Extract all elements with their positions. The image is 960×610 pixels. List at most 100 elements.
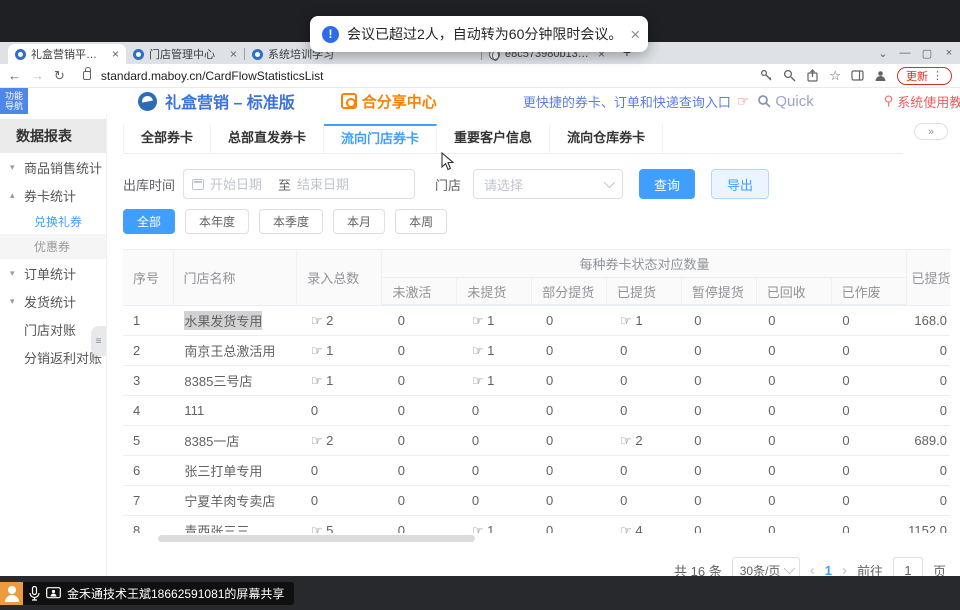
cell-paused[interactable]: 0 <box>684 396 758 425</box>
cell-inactive[interactable]: 0 <box>388 366 462 395</box>
cell-voided[interactable]: 0 <box>832 516 906 533</box>
prev-page-icon[interactable]: ‹ <box>810 562 815 577</box>
cell-recycled[interactable]: 0 <box>758 456 832 485</box>
export-button[interactable]: 导出 <box>711 169 769 199</box>
bookmark-star-icon[interactable]: ☆ <box>829 68 841 84</box>
cell-not-picked[interactable]: ☞ 1 <box>462 306 536 335</box>
share-center-link[interactable]: 合分享中心 <box>341 91 437 112</box>
next-page-icon[interactable]: › <box>842 562 847 577</box>
quick-search[interactable]: Quick <box>757 93 813 110</box>
cell-partial-picked[interactable]: 0 <box>536 336 610 365</box>
cell-inactive[interactable]: 0 <box>388 486 462 515</box>
current-page[interactable]: 1 <box>825 563 832 577</box>
cell-recycled[interactable]: 0 <box>758 396 832 425</box>
cell-not-picked[interactable]: 0 <box>462 426 536 455</box>
start-date-input[interactable] <box>210 177 272 192</box>
cell-voided[interactable]: 0 <box>832 396 906 425</box>
cell-total-link[interactable]: ☞ 5 <box>301 516 388 533</box>
cell-picked[interactable]: 0 <box>610 366 684 395</box>
sidebar-item-order-stats[interactable]: ▾ 订单统计 <box>0 259 106 287</box>
quick-filter-all[interactable]: 全部 <box>123 209 175 234</box>
cell-partial-picked[interactable]: 0 <box>536 306 610 335</box>
cell-partial-picked[interactable]: 0 <box>536 396 610 425</box>
page-size-select[interactable]: 30条/页 <box>732 557 800 576</box>
cell-inactive[interactable]: 0 <box>388 426 462 455</box>
toast-close-icon[interactable]: × <box>630 26 640 43</box>
quick-entry-link[interactable]: 更快捷的券卡、订单和快递查询入口 <box>523 92 731 111</box>
tab-close-icon[interactable]: × <box>112 47 119 61</box>
cell-picked[interactable]: 0 <box>610 336 684 365</box>
tab-key-customer-info[interactable]: 重要客户信息 <box>437 124 550 153</box>
cell-picked[interactable]: 0 <box>610 486 684 515</box>
cell-paused[interactable]: 0 <box>684 516 758 533</box>
sidebar-item-discount-coupon[interactable]: 优惠券 <box>0 234 106 259</box>
cell-partial-picked[interactable]: 0 <box>536 486 610 515</box>
cell-total-link[interactable]: 0 <box>301 396 388 425</box>
cell-paused[interactable]: 0 <box>684 306 758 335</box>
tab-close-icon[interactable]: × <box>230 47 237 61</box>
cell-inactive[interactable]: 0 <box>388 336 462 365</box>
cell-picked[interactable]: 0 <box>610 396 684 425</box>
cell-paused[interactable]: 0 <box>684 336 758 365</box>
cell-not-picked[interactable]: ☞ 1 <box>462 516 536 533</box>
cell-recycled[interactable]: 0 <box>758 366 832 395</box>
url-text[interactable]: standard.maboy.cn/CardFlowStatisticsList <box>101 69 324 83</box>
cell-inactive[interactable]: 0 <box>388 456 462 485</box>
store-select[interactable]: 请选择 <box>473 169 623 199</box>
cell-not-picked[interactable]: ☞ 1 <box>462 336 536 365</box>
cell-partial-picked[interactable]: 0 <box>536 366 610 395</box>
cell-picked[interactable]: 0 <box>610 456 684 485</box>
cell-picked[interactable]: ☞ 2 <box>610 426 684 455</box>
cell-picked[interactable]: ☞ 1 <box>610 306 684 335</box>
cell-partial-picked[interactable]: 0 <box>536 516 610 533</box>
cell-not-picked[interactable]: 0 <box>462 486 536 515</box>
side-panel-icon[interactable] <box>851 69 864 82</box>
cell-paused[interactable]: 0 <box>684 366 758 395</box>
quick-filter-quarter[interactable]: 本季度 <box>259 209 323 234</box>
sidebar-item-shipping-stats[interactable]: ▾ 发货统计 <box>0 287 106 315</box>
horizontal-scrollbar-thumb[interactable] <box>158 535 475 542</box>
lock-icon[interactable] <box>83 71 91 80</box>
quick-filter-week[interactable]: 本周 <box>395 209 447 234</box>
cell-not-picked[interactable]: 0 <box>462 396 536 425</box>
tab-search-icon[interactable]: ⌄ <box>872 47 894 60</box>
cell-recycled[interactable]: 0 <box>758 486 832 515</box>
sidebar-item-product-sales[interactable]: ▾ 商品销售统计 <box>0 153 106 181</box>
function-nav-button[interactable]: 功能 导航 <box>0 88 28 114</box>
cell-total-link[interactable]: ☞ 2 <box>301 306 388 335</box>
cell-paused[interactable]: 0 <box>684 426 758 455</box>
quick-filter-year[interactable]: 本年度 <box>185 209 249 234</box>
cell-recycled[interactable]: 0 <box>758 426 832 455</box>
cell-not-picked[interactable]: ☞ 1 <box>462 366 536 395</box>
goto-page-input[interactable] <box>893 557 923 576</box>
cell-recycled[interactable]: 0 <box>758 306 832 335</box>
end-date-input[interactable] <box>297 177 359 192</box>
cell-partial-picked[interactable]: 0 <box>536 456 610 485</box>
browser-tab-stores[interactable]: 门店管理中心 × <box>126 44 244 64</box>
cell-voided[interactable]: 0 <box>832 336 906 365</box>
profile-icon[interactable] <box>874 69 887 82</box>
cell-voided[interactable]: 0 <box>832 366 906 395</box>
cell-voided[interactable]: 0 <box>832 486 906 515</box>
cell-inactive[interactable]: 0 <box>388 516 462 533</box>
cell-voided[interactable]: 0 <box>832 306 906 335</box>
share-icon[interactable] <box>806 69 819 82</box>
cell-voided[interactable]: 0 <box>832 426 906 455</box>
sidebar-item-card-stats[interactable]: ▴ 券卡统计 <box>0 181 106 209</box>
cell-partial-picked[interactable]: 0 <box>536 426 610 455</box>
date-range-picker[interactable]: 至 <box>183 169 415 199</box>
cell-recycled[interactable]: 0 <box>758 516 832 533</box>
forward-icon[interactable]: → <box>31 68 44 83</box>
chrome-update-button[interactable]: 更新 ⋮ <box>897 67 952 85</box>
cell-paused[interactable]: 0 <box>684 486 758 515</box>
cell-paused[interactable]: 0 <box>684 456 758 485</box>
reload-icon[interactable]: ↻ <box>54 68 65 84</box>
back-icon[interactable]: ← <box>8 68 21 83</box>
browser-tab-active[interactable]: 礼盒营销平台管理中心 × <box>8 44 126 64</box>
cell-not-picked[interactable]: 0 <box>462 456 536 485</box>
cell-total-link[interactable]: ☞ 1 <box>301 336 388 365</box>
tab-store-flow-cards[interactable]: 流向门店券卡 <box>324 124 437 153</box>
password-key-icon[interactable] <box>760 69 773 82</box>
search-button[interactable]: 查询 <box>639 169 695 199</box>
cell-total-link[interactable]: 0 <box>301 486 388 515</box>
